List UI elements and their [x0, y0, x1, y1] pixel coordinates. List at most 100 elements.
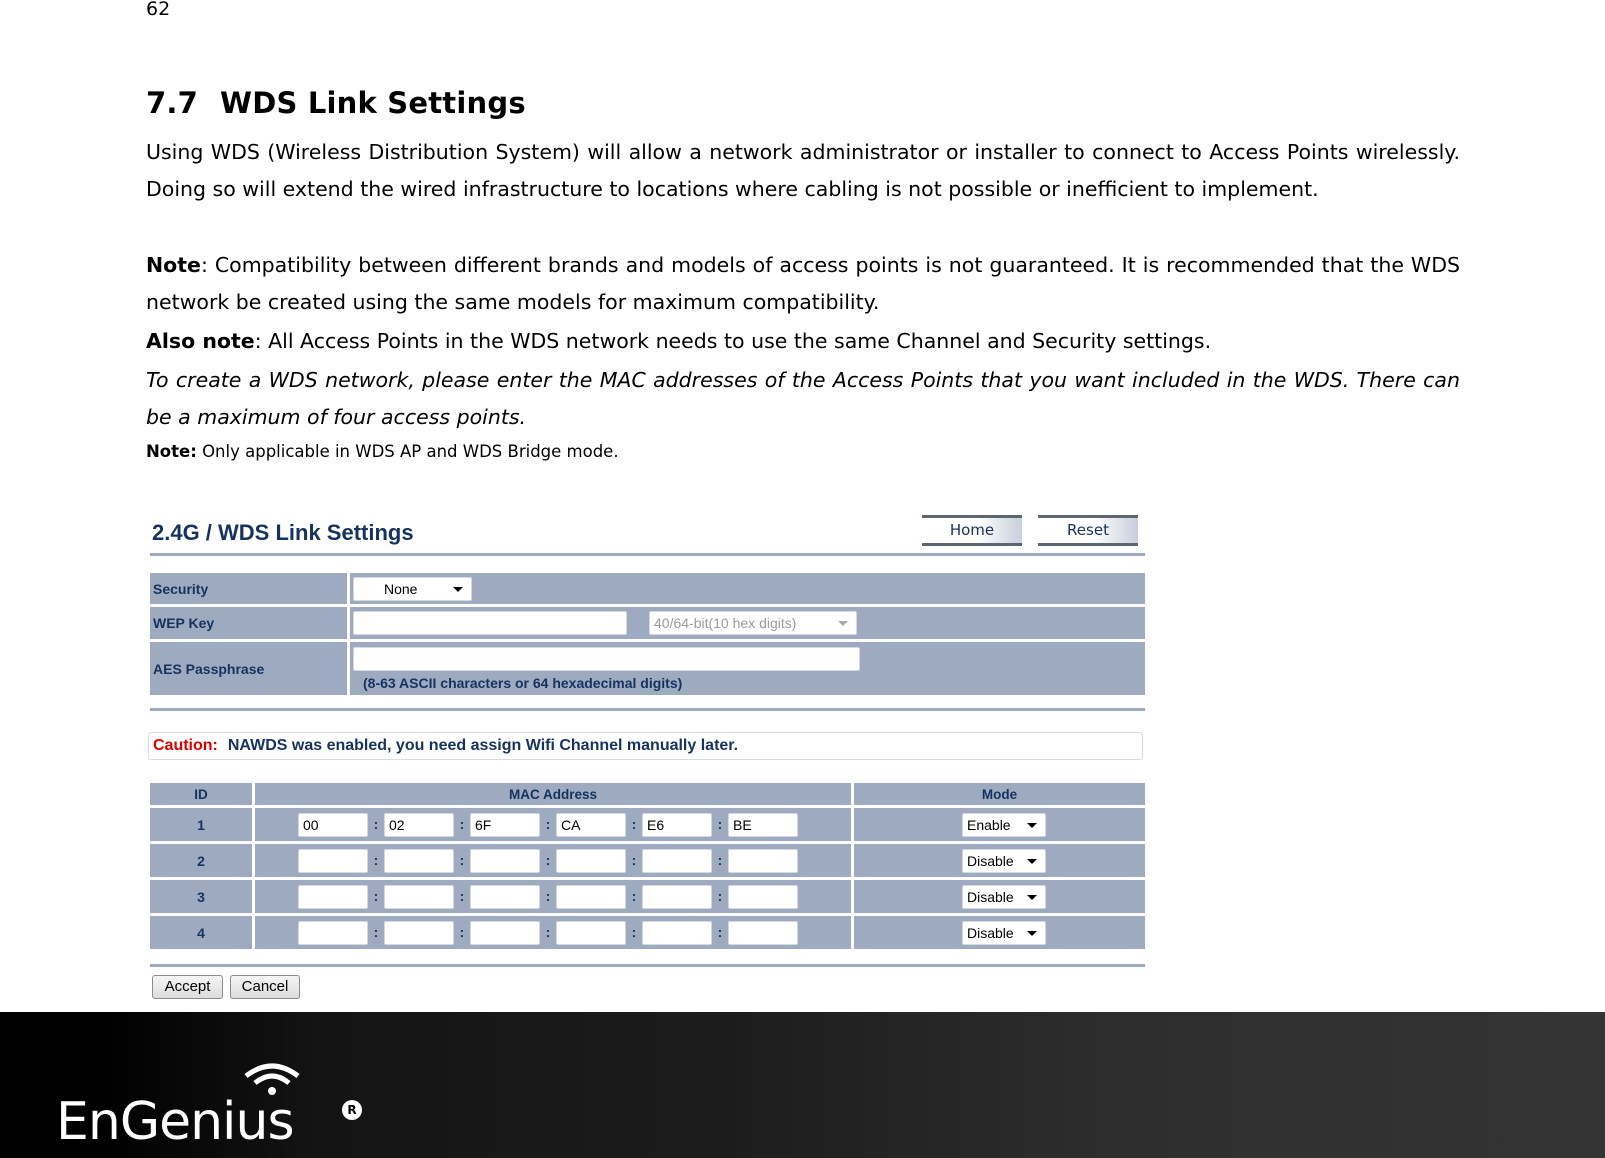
row-id: 4	[150, 916, 252, 949]
mac-separator: :	[717, 887, 723, 904]
mac-octet-input[interactable]	[470, 848, 540, 873]
mac-separator: :	[373, 815, 379, 832]
divider	[150, 708, 1145, 711]
mac-octet-input[interactable]	[556, 848, 626, 873]
small-note: Note: Only applicable in WDS AP and WDS …	[146, 440, 1460, 464]
mac-separator: :	[545, 923, 551, 940]
dropdown-arrow-icon	[1027, 894, 1037, 900]
page-number: 62	[146, 0, 171, 20]
mac-separator: :	[717, 923, 723, 940]
note-text: : Compatibility between different brands…	[146, 253, 1460, 314]
mac-address-cell: :::::	[252, 916, 851, 949]
mac-separator: :	[459, 923, 465, 940]
mac-octet-input[interactable]	[384, 920, 454, 945]
dropdown-arrow-icon	[453, 586, 463, 592]
note-label: Note	[146, 253, 201, 277]
wep-key-length-select[interactable]: 40/64-bit(10 hex digits)	[649, 611, 857, 635]
section-title: WDS Link Settings	[220, 86, 526, 120]
mode-select[interactable]: Disable	[962, 884, 1046, 909]
section-number: 7.7	[146, 86, 198, 120]
dropdown-arrow-icon	[1027, 930, 1037, 936]
instruction-paragraph: To create a WDS network, please enter th…	[146, 368, 1460, 429]
wds-table: ID MAC Address Mode 1 00:02:6F: CA: E6: BE En…	[150, 780, 1145, 952]
also-note-paragraph: Also note: All Access Points in the WDS …	[146, 323, 1460, 360]
header-mac: MAC Address	[252, 783, 851, 805]
aes-hint: (8-63 ASCII characters or 64 hexadecimal…	[363, 674, 683, 691]
also-note-label: Also note	[146, 329, 255, 353]
mac-separator: :	[459, 887, 465, 904]
mac-octet-input[interactable]: BE	[728, 812, 798, 837]
mac-octet-input[interactable]	[470, 884, 540, 909]
mac-separator: :	[545, 851, 551, 868]
note-paragraph: Note: Compatibility between different br…	[146, 247, 1460, 321]
mac-octet-input[interactable]	[728, 884, 798, 909]
mode-select[interactable]: Disable	[962, 920, 1046, 945]
mode-cell: Disable	[851, 916, 1145, 949]
caution-label: Caution:	[153, 737, 218, 754]
mac-octet-input[interactable]	[642, 920, 712, 945]
cancel-button[interactable]: Cancel	[230, 975, 300, 999]
mac-octet-input[interactable]	[298, 848, 368, 873]
mac-separator: :	[631, 887, 637, 904]
accept-button[interactable]: Accept	[152, 975, 223, 999]
mac-separator: :	[631, 923, 637, 940]
wds-row: 2::::: Disable	[150, 844, 1145, 877]
ui-title: 2.4G / WDS Link Settings	[152, 520, 414, 545]
mac-separator: :	[631, 851, 637, 868]
small-note-text: Only applicable in WDS AP and WDS Bridge…	[196, 442, 619, 461]
wifi-icon	[244, 1063, 300, 1095]
mac-octet-input[interactable]: E6	[642, 812, 712, 837]
home-button[interactable]: Home	[922, 515, 1022, 546]
intro-paragraph: Using WDS (Wireless Distribution System)…	[146, 140, 1460, 201]
mac-separator: :	[545, 815, 551, 832]
aes-passphrase-input[interactable]	[353, 646, 860, 671]
mode-value: Disable	[967, 852, 1014, 869]
mode-select[interactable]: Disable	[962, 848, 1046, 873]
security-label: Security	[150, 573, 347, 604]
mode-cell: Disable	[851, 880, 1145, 913]
mac-octet-input[interactable]	[642, 848, 712, 873]
mac-octet-input[interactable]: CA	[556, 812, 626, 837]
mac-separator: :	[717, 815, 723, 832]
mac-octet-input[interactable]	[384, 884, 454, 909]
header-id: ID	[150, 783, 252, 805]
mac-octet-input[interactable]	[556, 920, 626, 945]
small-note-label: Note:	[146, 442, 197, 461]
mac-separator: :	[631, 815, 637, 832]
mac-octet-input[interactable]	[298, 884, 368, 909]
mac-octet-input[interactable]	[728, 848, 798, 873]
divider	[150, 553, 1145, 556]
mode-cell: Disable	[851, 844, 1145, 877]
mac-octet-input[interactable]	[384, 848, 454, 873]
also-note-text: : All Access Points in the WDS network n…	[254, 329, 1212, 353]
section-heading: 7.7 WDS Link Settings	[146, 86, 526, 120]
wds-row: 4::::: Disable	[150, 916, 1145, 949]
mac-octet-input[interactable]	[298, 920, 368, 945]
row-id: 2	[150, 844, 252, 877]
wep-key-length-value: 40/64-bit(10 hex digits)	[654, 615, 797, 631]
mac-octet-input[interactable]: 6F	[470, 812, 540, 837]
mac-address-cell: :::::	[252, 844, 851, 877]
mac-separator: :	[459, 851, 465, 868]
wds-row: 3::::: Disable	[150, 880, 1145, 913]
security-select[interactable]: None	[353, 576, 472, 601]
mac-address-cell: 00:02:6F: CA: E6: BE	[252, 808, 851, 841]
mac-separator: :	[373, 887, 379, 904]
wep-key-input[interactable]	[353, 611, 627, 635]
mac-octet-input[interactable]	[470, 920, 540, 945]
mac-octet-input[interactable]: 02	[384, 812, 454, 837]
reset-button[interactable]: Reset	[1038, 515, 1138, 546]
dropdown-arrow-icon	[1027, 822, 1037, 828]
mac-separator: :	[545, 887, 551, 904]
mode-select[interactable]: Enable	[962, 812, 1046, 837]
security-value: None	[384, 580, 418, 597]
mac-octet-input[interactable]	[728, 920, 798, 945]
mac-octet-input[interactable]	[556, 884, 626, 909]
registered-mark-icon: R	[342, 1100, 362, 1120]
dropdown-arrow-icon	[838, 621, 848, 626]
mac-octet-input[interactable]: 00	[298, 812, 368, 837]
mac-octet-input[interactable]	[642, 884, 712, 909]
dropdown-arrow-icon	[1027, 858, 1037, 864]
mac-address-cell: :::::	[252, 880, 851, 913]
mode-cell: Enable	[851, 808, 1145, 841]
